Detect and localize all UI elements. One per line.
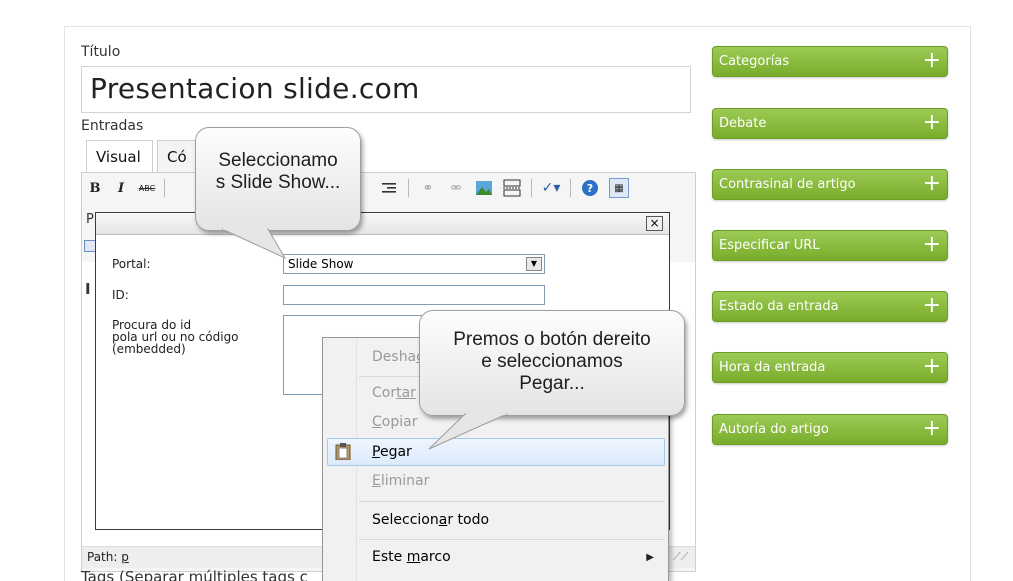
callout-select-slideshow: Seleccionamo s Slide Show... (195, 127, 361, 231)
bold-button[interactable]: B (86, 179, 104, 197)
submenu-arrow-icon: ▶ (646, 552, 654, 563)
image-icon[interactable] (475, 179, 493, 197)
menu-item-cut[interactable]: Cortar (372, 385, 416, 401)
menu-divider (359, 539, 665, 540)
unlink-icon[interactable]: ⚮ (447, 179, 465, 197)
align-right-icon[interactable] (380, 179, 398, 197)
toolbar-divider (531, 179, 532, 197)
editor-text-fragment: I (85, 280, 91, 298)
portal-select[interactable]: Slide Show ▼ (283, 254, 545, 274)
callout-text-line: Pegar... (519, 373, 585, 394)
callout-text-line: e seleccionamos (481, 351, 623, 372)
title-label: Título (81, 44, 121, 60)
more-tag-icon[interactable] (503, 179, 521, 197)
svg-text:?: ? (587, 182, 593, 195)
sidebar-item-estado[interactable]: Estado da entrada + (712, 291, 948, 322)
menu-item-delete[interactable]: Eliminar (372, 473, 429, 489)
callout-text-line: Premos o botón dereito (453, 329, 651, 350)
plus-icon[interactable]: + (923, 231, 941, 259)
chevron-down-icon[interactable]: ▼ (526, 257, 542, 271)
menu-item-copy[interactable]: Copiar (372, 414, 417, 430)
strikethrough-button[interactable]: ABC (138, 179, 156, 197)
portal-label: Portal: (112, 257, 151, 271)
menu-item-this-frame[interactable]: Este marco (372, 549, 451, 565)
entries-label: Entradas (81, 118, 144, 134)
resize-handle-icon[interactable]: ⟋⟋ (673, 550, 688, 564)
plus-icon[interactable]: + (923, 353, 941, 381)
callout-pointer (428, 413, 508, 450)
sidebar-item-autoria[interactable]: Autoría do artigo + (712, 414, 948, 445)
path-label: Path: (87, 550, 118, 564)
menu-item-undo[interactable]: Deshac (372, 349, 424, 365)
sidebar-item-categorias[interactable]: Categorías + (712, 46, 948, 77)
toolbar-divider (164, 179, 165, 197)
path-element-link[interactable]: p (121, 550, 129, 564)
toolbar-divider (570, 179, 571, 197)
id-label: ID: (112, 288, 129, 302)
close-icon[interactable]: × (646, 216, 663, 231)
callout-right-click-paste: Premos o botón dereito e seleccionamos P… (419, 310, 685, 416)
clipboard-icon (335, 442, 351, 461)
plus-icon[interactable]: + (923, 47, 941, 75)
kitchen-sink-icon[interactable]: ▦ (609, 178, 629, 198)
sidebar-item-hora[interactable]: Hora da entrada + (712, 352, 948, 383)
editor-toolbar-right: ⚭ ⚮ ✓▾ ? ▦ (380, 176, 629, 200)
toolbar-divider (408, 179, 409, 197)
title-input[interactable]: Presentacion slide.com (81, 66, 691, 113)
menu-item-paste[interactable]: Pegar (372, 444, 412, 460)
plus-icon[interactable]: + (923, 292, 941, 320)
menu-item-select-all[interactable]: Seleccionar todo (372, 512, 489, 528)
italic-button[interactable]: I (112, 179, 130, 197)
sidebar-item-debate[interactable]: Debate + (712, 108, 948, 139)
portal-select-value: Slide Show (288, 257, 354, 271)
sidebar-item-contrasinal[interactable]: Contrasinal de artigo + (712, 169, 948, 200)
menu-divider (359, 501, 665, 502)
callout-text-line: s Slide Show... (215, 172, 341, 193)
plus-icon[interactable]: + (923, 170, 941, 198)
plus-icon[interactable]: + (923, 109, 941, 137)
sidebar-item-especificar-url[interactable]: Especificar URL + (712, 230, 948, 261)
help-icon[interactable]: ? (581, 179, 599, 197)
id-field[interactable] (283, 285, 545, 305)
tags-label: Tags (Separar múltiples tags c (81, 568, 308, 581)
link-icon[interactable]: ⚭ (419, 179, 437, 197)
format-select-partial[interactable]: P (86, 212, 94, 227)
spellcheck-icon[interactable]: ✓▾ (542, 179, 561, 197)
editor-toolbar: B I ABC (86, 176, 165, 200)
search-id-label-3: (embedded) (112, 342, 186, 356)
dialog-titlebar[interactable]: × (96, 213, 669, 235)
plus-icon[interactable]: + (923, 415, 941, 443)
callout-pointer (221, 228, 287, 260)
callout-text-line: Seleccionamo (218, 150, 338, 171)
tab-visual[interactable]: Visual (86, 140, 153, 172)
